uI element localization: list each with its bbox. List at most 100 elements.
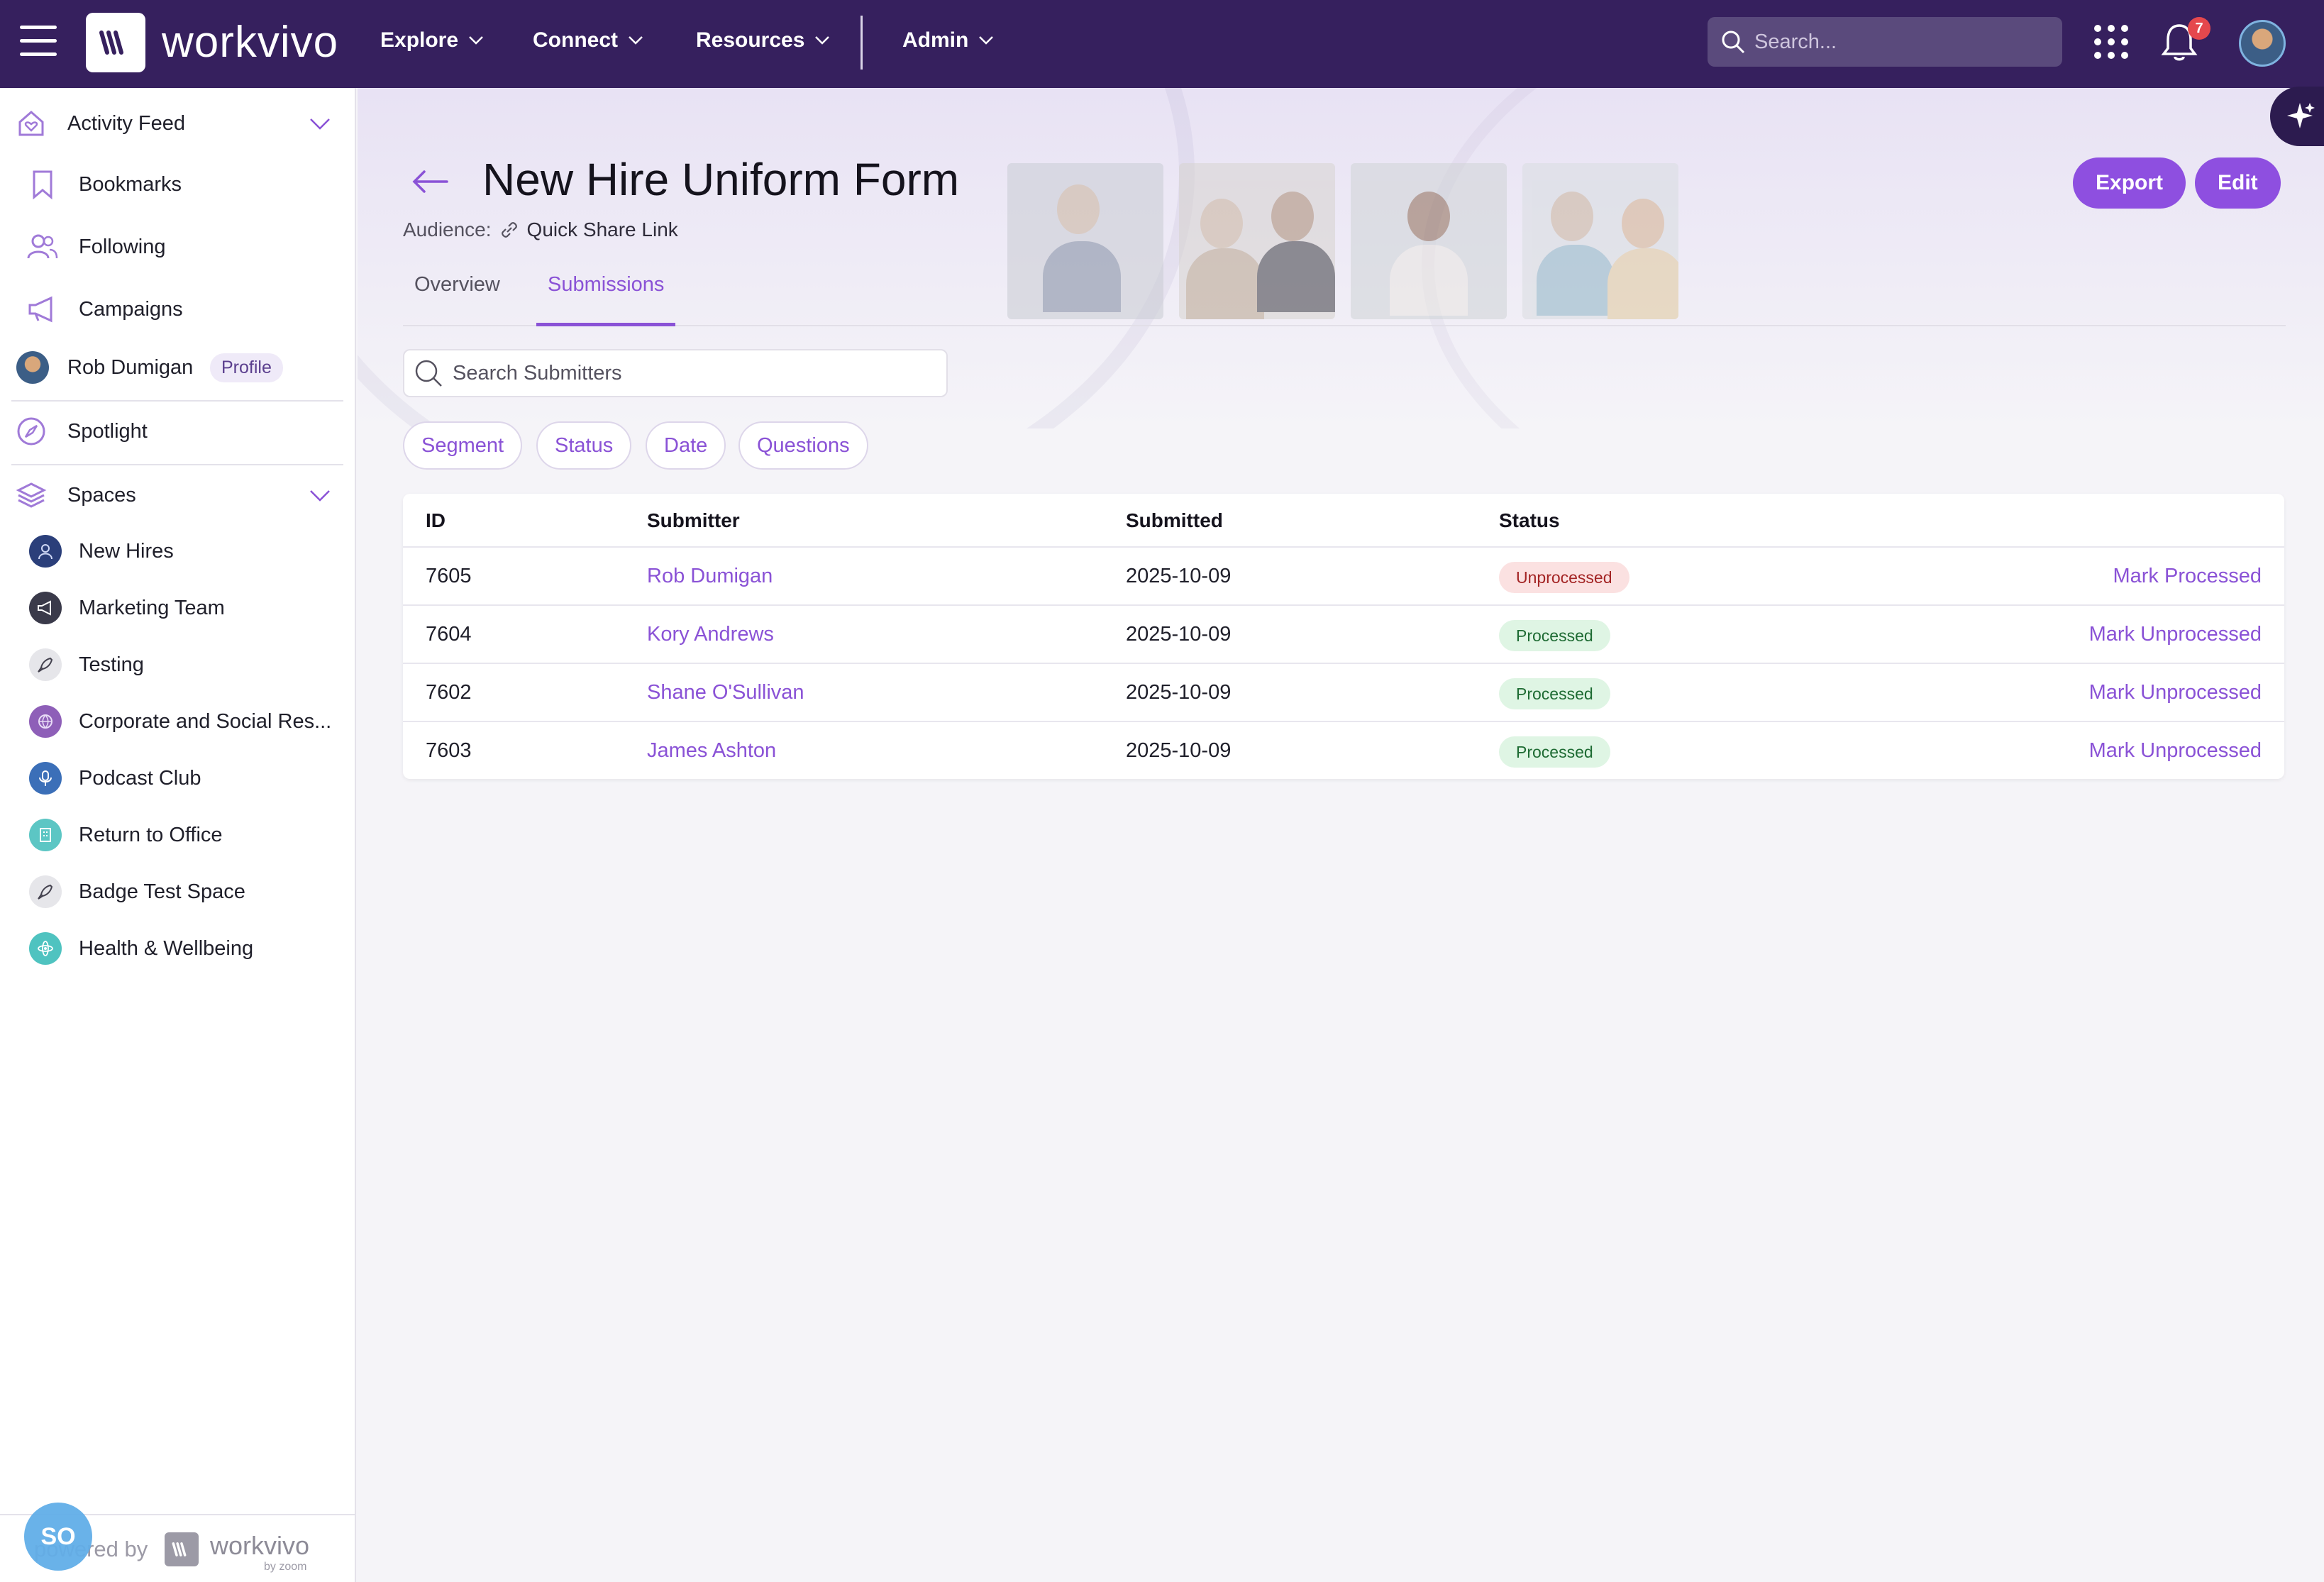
audience-value[interactable]: Quick Share Link [527,219,678,241]
rocket-icon [28,875,62,909]
sidebar-item-label: Campaigns [79,297,183,321]
row-id: 7602 [426,681,472,704]
nav-admin-label: Admin [902,28,969,52]
user-icon [28,534,62,568]
sidebar-item-following[interactable]: Following [0,220,355,274]
tab-overview[interactable]: Overview [403,270,511,326]
footer-brand: workvivo [210,1531,310,1560]
submitter-link[interactable]: Rob Dumigan [647,548,773,604]
sidebar-space-label: Corporate and Social Res... [79,709,332,733]
tab-submissions[interactable]: Submissions [536,270,676,326]
sidebar-item-label: Spaces [67,483,136,507]
column-header-submitter: Submitter [647,509,740,531]
export-button[interactable]: Export [2073,157,2186,209]
sidebar: Activity Feed Bookmarks Following Campai… [0,88,356,1582]
chevron-down-icon[interactable] [309,118,331,131]
avatar [16,350,50,385]
sidebar-divider [11,464,343,465]
user-initials-badge[interactable]: SO [24,1503,92,1571]
atom-icon [28,931,62,966]
sidebar-item-label: Bookmarks [79,172,182,196]
sidebar-item-campaigns[interactable]: Campaigns [0,282,355,336]
menu-icon[interactable] [20,26,57,60]
sidebar-divider [11,400,343,402]
edit-button[interactable]: Edit [2195,157,2281,209]
globe-icon [28,704,62,739]
sidebar-item-label: Spotlight [67,419,148,443]
nav-admin[interactable]: Admin [902,28,994,52]
nav-explore[interactable]: Explore [380,28,484,52]
sidebar-item-spaces[interactable]: Spaces [0,468,355,522]
submitter-link[interactable]: James Ashton [647,722,776,779]
search-submitters-input[interactable] [453,361,935,385]
page-tabs: Overview Submissions [403,270,2286,326]
filter-date[interactable]: Date [646,421,726,470]
sidebar-space-return-to-office[interactable]: Return to Office [0,808,355,862]
sidebar-space-label: Marketing Team [79,596,225,619]
mark-unprocessed-link[interactable]: Mark Unprocessed [2089,722,2262,779]
column-header-submitted: Submitted [1126,509,1223,531]
sidebar-space-label: Badge Test Space [79,880,245,903]
sidebar-space-label: Return to Office [79,823,223,846]
mark-processed-link[interactable]: Mark Processed [2113,548,2262,604]
brand-name[interactable]: workvivo [162,17,338,67]
compass-icon [14,414,48,448]
workvivo-footer-logo-icon [165,1532,199,1566]
microphone-icon [28,761,62,795]
ai-assistant-button[interactable] [2270,87,2324,146]
nav-resources[interactable]: Resources [696,28,830,52]
chevron-down-icon [979,36,994,45]
filter-segment[interactable]: Segment [403,421,523,470]
sidebar-user-name: Rob Dumigan [67,355,194,379]
filter-status[interactable]: Status [536,421,632,470]
table-row: 7603 James Ashton 2025-10-09 Processed M… [403,721,2284,779]
sidebar-item-bookmarks[interactable]: Bookmarks [0,157,355,211]
sidebar-item-activity-feed[interactable]: Activity Feed [0,96,355,150]
filter-questions[interactable]: Questions [738,421,868,470]
workvivo-logo-icon[interactable] [86,13,145,72]
megaphone-icon [26,292,60,326]
table-row: 7605 Rob Dumigan 2025-10-09 Unprocessed … [403,546,2284,604]
chevron-down-icon [629,36,643,45]
chevron-down-icon[interactable] [309,489,331,502]
global-search-input[interactable] [1754,30,2052,54]
footer-by-zoom: by zoom [264,1561,307,1573]
sidebar-space-corporate-social[interactable]: Corporate and Social Res... [0,695,355,748]
row-id: 7605 [426,565,472,587]
submitter-link[interactable]: Shane O'Sullivan [647,664,804,721]
submitted-date: 2025-10-09 [1126,739,1232,762]
user-avatar[interactable] [2239,20,2286,67]
sidebar-space-marketing-team[interactable]: Marketing Team [0,581,355,635]
people-icon [26,230,60,264]
status-badge: Unprocessed [1499,562,1629,593]
global-search[interactable] [1708,17,2062,67]
bookmark-icon [26,167,60,201]
submitted-date: 2025-10-09 [1126,623,1232,646]
column-header-id: ID [426,509,446,531]
megaphone-icon [28,591,62,625]
apps-grid-icon[interactable] [2094,25,2128,59]
sidebar-space-health-wellbeing[interactable]: Health & Wellbeing [0,922,355,975]
mark-unprocessed-link[interactable]: Mark Unprocessed [2089,606,2262,663]
link-icon [501,222,517,238]
mark-unprocessed-link[interactable]: Mark Unprocessed [2089,664,2262,721]
sidebar-space-label: Podcast Club [79,766,201,790]
profile-badge[interactable]: Profile [210,353,283,382]
row-id: 7603 [426,739,472,762]
sidebar-space-new-hires[interactable]: New Hires [0,524,355,578]
nav-connect[interactable]: Connect [533,28,643,52]
row-id: 7604 [426,623,472,646]
back-arrow-icon[interactable] [410,167,450,196]
submitted-date: 2025-10-09 [1126,681,1232,704]
sidebar-space-badge-test[interactable]: Badge Test Space [0,865,355,919]
sidebar-item-profile[interactable]: Rob Dumigan [0,341,355,394]
top-navigation-bar: workvivo Explore Connect Resources Admin… [0,0,2324,88]
submitters-search[interactable] [403,349,948,397]
nav-connect-label: Connect [533,28,618,52]
sidebar-space-label: Testing [79,653,144,676]
sidebar-space-testing[interactable]: Testing [0,638,355,692]
submitter-link[interactable]: Kory Andrews [647,606,774,663]
sidebar-space-podcast-club[interactable]: Podcast Club [0,751,355,805]
rocket-icon [28,648,62,682]
sidebar-item-spotlight[interactable]: Spotlight [0,404,355,458]
